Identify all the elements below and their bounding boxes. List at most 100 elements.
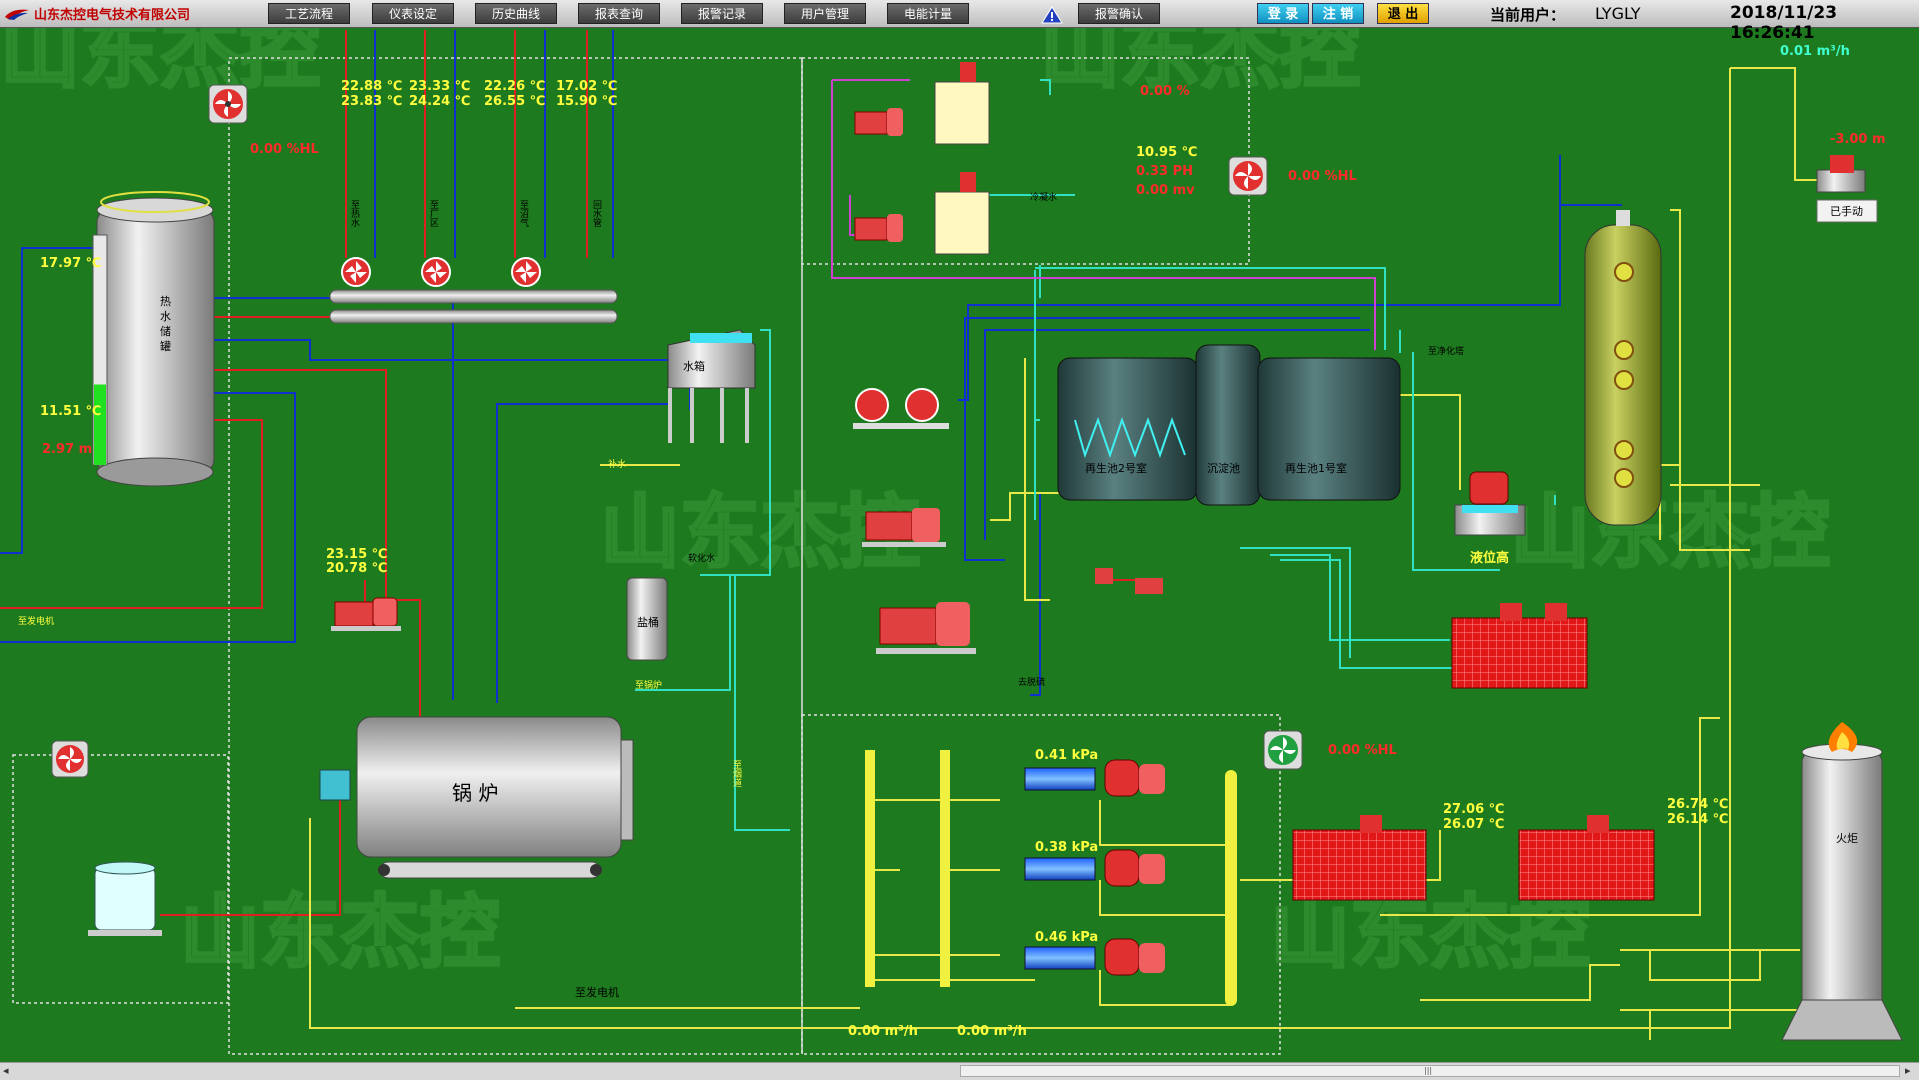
fan-bottom-left[interactable] bbox=[51, 740, 89, 778]
svg-text:至沼气: 至沼气 bbox=[518, 200, 529, 227]
manifold-pipe-labels: 至热水 至厂区 至沼气 回水管 bbox=[349, 200, 602, 227]
svg-text:22.88 ℃: 22.88 ℃ bbox=[341, 79, 402, 94]
company-name: 山东杰控电气技术有限公司 bbox=[4, 3, 190, 24]
manifold-pump-1[interactable] bbox=[341, 257, 371, 287]
fan-regen-output: 0.00 %HL bbox=[1288, 169, 1357, 184]
tank-top-temp: 17.97 ℃ bbox=[40, 256, 101, 271]
process-diagram: 山东杰控 山东杰控 山东杰控 山东杰控 山东杰控 山东杰控 热 水 储 罐 17… bbox=[0, 28, 1903, 1055]
regen-ph: 0.33 PH bbox=[1136, 164, 1193, 179]
regen-pump-2[interactable] bbox=[876, 602, 976, 654]
boiler-outlet-temp: 20.78 ℃ bbox=[326, 561, 387, 576]
boiler-feed-pump[interactable] bbox=[331, 597, 401, 631]
svg-text:23.83 ℃: 23.83 ℃ bbox=[341, 94, 402, 109]
svg-text:山东杰控: 山东杰控 bbox=[1510, 486, 1830, 579]
tower-pressure: -3.00 m bbox=[1830, 132, 1886, 147]
regen-tank-1-label: 再生池1号室 bbox=[1285, 461, 1347, 475]
scroll-left-icon[interactable]: ◂ bbox=[3, 1064, 9, 1077]
tower-flow: 0.01 m³/h bbox=[1780, 44, 1850, 59]
boiler-label: 锅 炉 bbox=[452, 781, 498, 805]
dosing-tank-1 bbox=[934, 62, 990, 145]
top-toolbar: 山东杰控电气技术有限公司 工艺流程 仪表设定 历史曲线 报表查询 报警记录 用户… bbox=[0, 0, 1919, 43]
current-user-label: 当前用户： bbox=[1490, 6, 1566, 24]
tank-level: 2.97 m bbox=[42, 442, 92, 457]
gen2-temp-2: 26.14 ℃ bbox=[1667, 812, 1728, 827]
svg-text:26.55 ℃: 26.55 ℃ bbox=[484, 94, 545, 109]
hot-water-storage-tank: 热 水 储 罐 bbox=[92, 191, 215, 487]
twin-circulation-pumps[interactable] bbox=[853, 388, 949, 429]
blower-2-pressure: 0.38 kPa bbox=[1035, 840, 1098, 855]
softener-pipe-label: 至锅炉 bbox=[635, 679, 662, 691]
tower-instrument bbox=[1816, 155, 1866, 193]
salt-tank-label: 盐桶 bbox=[637, 615, 659, 629]
generator-unit-1 bbox=[1292, 815, 1427, 901]
svg-text:22.26 ℃: 22.26 ℃ bbox=[484, 79, 545, 94]
logout-button[interactable]: 注 销 bbox=[1312, 3, 1364, 24]
fan-gas-output: 0.00 %HL bbox=[1328, 743, 1397, 758]
dosing-pipes bbox=[831, 79, 1376, 350]
nav-energy-metering[interactable]: 电能计量 bbox=[887, 3, 969, 24]
svg-text:15.90 ℃: 15.90 ℃ bbox=[556, 94, 617, 109]
gas-flow-left: 0.00 m³/h bbox=[848, 1024, 918, 1039]
svg-text:17.02 ℃: 17.02 ℃ bbox=[556, 79, 617, 94]
to-generator-label: 至发电机 bbox=[575, 985, 619, 999]
flue-label: 至烟道 bbox=[731, 760, 742, 788]
regen-temp: 10.95 ℃ bbox=[1136, 145, 1197, 160]
scroll-grip-icon: ||| bbox=[1424, 1066, 1433, 1075]
nav-alarm-records[interactable]: 报警记录 bbox=[681, 3, 763, 24]
company-logo-icon bbox=[5, 9, 29, 20]
fan-regen[interactable] bbox=[1228, 156, 1268, 196]
svg-text:已手动: 已手动 bbox=[1830, 204, 1863, 218]
makeup-label: 补水 bbox=[608, 458, 626, 470]
dosing-pump-1[interactable] bbox=[854, 108, 903, 136]
alarm-confirm-button[interactable]: 报警确认 bbox=[1078, 3, 1160, 24]
boiler: 锅 炉 bbox=[319, 716, 634, 879]
nav-history-curves[interactable]: 历史曲线 bbox=[475, 3, 557, 24]
distribution-manifold bbox=[329, 289, 618, 324]
left-pipe-label: 至发电机 bbox=[18, 615, 54, 627]
dosing-tank-2 bbox=[934, 172, 990, 255]
current-user-value: LYGLY bbox=[1595, 4, 1641, 23]
login-button[interactable]: 登 录 bbox=[1257, 3, 1309, 24]
blower-1[interactable] bbox=[1024, 759, 1165, 797]
nav-process-flow[interactable]: 工艺流程 bbox=[268, 3, 350, 24]
fan-top-left[interactable] bbox=[208, 84, 248, 124]
salt-tank: 盐桶 bbox=[626, 577, 668, 661]
blower-3-pressure: 0.46 kPa bbox=[1035, 930, 1098, 945]
gen1-temp-1: 27.06 ℃ bbox=[1443, 802, 1504, 817]
boiler-inlet-temp: 23.15 ℃ bbox=[326, 547, 387, 562]
company-label: 山东杰控电气技术有限公司 bbox=[34, 8, 191, 23]
svg-text:回水管: 回水管 bbox=[591, 200, 602, 227]
blower-2[interactable] bbox=[1024, 849, 1165, 887]
tank-label-2: 水 bbox=[160, 310, 171, 323]
fan-gas[interactable] bbox=[1263, 730, 1303, 770]
exit-button[interactable]: 退 出 bbox=[1377, 3, 1429, 24]
water-tank-label: 水箱 bbox=[683, 359, 705, 373]
generator-unit-top bbox=[1451, 603, 1588, 689]
condensate-label: 冷凝水 bbox=[1030, 191, 1057, 203]
to-desulfur-label: 去脱硫 bbox=[1018, 676, 1045, 688]
scroll-right-icon[interactable]: ▸ bbox=[1905, 1064, 1911, 1077]
manifold-pump-3[interactable] bbox=[511, 257, 541, 287]
regen-tank-2-label: 再生池2号室 bbox=[1085, 461, 1147, 475]
svg-text:山东杰控: 山东杰控 bbox=[1040, 28, 1360, 99]
svg-text:山东杰控: 山东杰控 bbox=[0, 28, 320, 99]
svg-text:23.33 ℃: 23.33 ℃ bbox=[409, 79, 470, 94]
storage-tank-small bbox=[88, 861, 162, 936]
softener-label: 软化水 bbox=[688, 552, 715, 564]
nav-report-query[interactable]: 报表查询 bbox=[578, 3, 660, 24]
tank-label-1: 热 bbox=[160, 295, 171, 308]
tank-label-4: 罐 bbox=[160, 340, 171, 353]
manual-mode-button[interactable]: 已手动 bbox=[1816, 199, 1878, 223]
manifold-pump-2[interactable] bbox=[421, 257, 451, 287]
dosing-pump-2[interactable] bbox=[854, 214, 903, 242]
nav-user-management[interactable]: 用户管理 bbox=[784, 3, 866, 24]
nav-instrument-settings[interactable]: 仪表设定 bbox=[372, 3, 454, 24]
tank-mid-temp: 11.51 ℃ bbox=[40, 404, 101, 419]
warning-triangle-icon bbox=[1041, 6, 1063, 24]
water-tank: 水箱 bbox=[667, 329, 756, 443]
gen1-temp-2: 26.07 ℃ bbox=[1443, 817, 1504, 832]
dosing-value: 0.00 % bbox=[1140, 84, 1190, 99]
tower-level-label: 液位高 bbox=[1470, 550, 1509, 566]
horizontal-scrollbar[interactable]: ◂ ||| ▸ bbox=[0, 1062, 1919, 1080]
manifold-temps: 22.88 ℃ 23.83 ℃ 23.33 ℃ 24.24 ℃ 22.26 ℃ … bbox=[341, 79, 617, 109]
